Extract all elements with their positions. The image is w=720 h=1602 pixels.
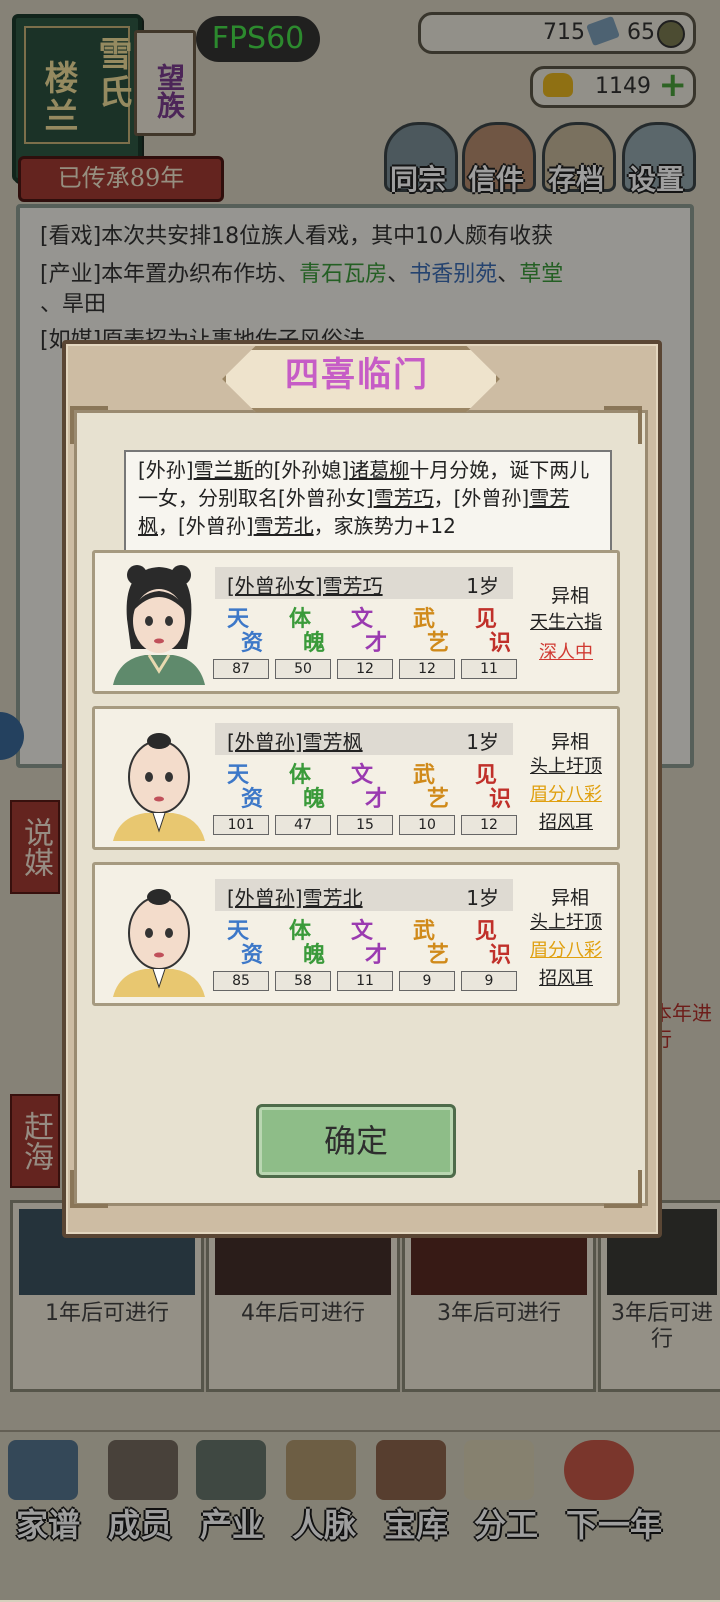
stat-talent-label: 天资	[227, 762, 264, 812]
stat-physique-label: 体魄	[289, 606, 326, 656]
stat-physique-label: 体魄	[289, 762, 326, 812]
stat-physique-value: 47	[275, 815, 331, 835]
trait-link[interactable]: 眉分八彩	[521, 937, 611, 965]
trait-link[interactable]: 头上圩顶	[521, 909, 611, 937]
stat-insight-value: 12	[461, 815, 517, 835]
stat-talent-value: 85	[213, 971, 269, 991]
boy-portrait-avatar	[113, 733, 205, 841]
member-name[interactable]: [外曾孙女]雪芳巧	[227, 570, 383, 599]
stat-talent-value: 101	[213, 815, 269, 835]
stat-insight-label: 见识	[475, 606, 512, 656]
stat-literary-label: 文才	[351, 606, 388, 656]
trait-link[interactable]: 招风耳	[521, 965, 611, 993]
trait-link[interactable]: 招风耳	[521, 809, 611, 837]
confirm-button[interactable]: 确定	[256, 1104, 456, 1178]
trait-link[interactable]: 眉分八彩	[521, 781, 611, 809]
member-name-bar: [外曾孙]雪芳枫 1岁	[215, 723, 513, 755]
corner-ornament	[70, 406, 108, 444]
corner-ornament	[70, 1170, 108, 1208]
trait-link[interactable]: 头上圩顶	[521, 753, 611, 781]
stat-talent-label: 天资	[227, 606, 264, 656]
stat-talent-value: 87	[213, 659, 269, 679]
corner-ornament	[604, 1170, 642, 1208]
dialog-title: 四喜临门	[285, 355, 429, 395]
stat-martial-value: 9	[399, 971, 455, 991]
traits-heading: 异相	[550, 585, 589, 607]
newborn-card[interactable]: [外曾孙]雪芳枫 1岁 天资 体魄 文才 武艺 见识 101 47 15 10 …	[92, 706, 620, 850]
stat-martial-label: 武艺	[413, 762, 450, 812]
member-name-bar: [外曾孙女]雪芳巧 1岁	[215, 567, 513, 599]
stat-martial-value: 10	[399, 815, 455, 835]
stat-literary-label: 文才	[351, 762, 388, 812]
traits-heading: 异相	[550, 731, 589, 753]
trait-link[interactable]: 深人中	[521, 639, 611, 667]
birth-announcement: [外孙]雪兰斯的[外孙媳]诸葛柳十月分娩，诞下两儿一女，分别取名[外曾孙女]雪芳…	[124, 450, 612, 552]
stat-talent-label: 天资	[227, 918, 264, 968]
stat-physique-value: 58	[275, 971, 331, 991]
trait-link[interactable]: 天生六指	[521, 609, 611, 637]
member-age: 1岁	[466, 730, 499, 754]
stat-literary-label: 文才	[351, 918, 388, 968]
stat-insight-label: 见识	[475, 762, 512, 812]
stat-martial-label: 武艺	[413, 606, 450, 656]
newborn-card[interactable]: [外曾孙]雪芳北 1岁 天资 体魄 文才 武艺 见识 85 58 11 9 9 …	[92, 862, 620, 1006]
stat-physique-value: 50	[275, 659, 331, 679]
stat-martial-value: 12	[399, 659, 455, 679]
girl-portrait-avatar	[113, 565, 205, 685]
stat-insight-label: 见识	[475, 918, 512, 968]
boy-portrait-avatar	[113, 889, 205, 997]
stat-literary-value: 12	[337, 659, 393, 679]
newborn-card[interactable]: [外曾孙女]雪芳巧 1岁 天资 体魄 文才 武艺 见识 87 50 12 12 …	[92, 550, 620, 694]
traits-heading: 异相	[550, 887, 589, 909]
member-age: 1岁	[466, 574, 499, 598]
stat-insight-value: 11	[461, 659, 517, 679]
member-name[interactable]: [外曾孙]雪芳北	[227, 882, 363, 911]
corner-ornament	[604, 406, 642, 444]
member-name[interactable]: [外曾孙]雪芳枫	[227, 726, 363, 755]
stat-literary-value: 15	[337, 815, 393, 835]
stat-insight-value: 9	[461, 971, 517, 991]
stat-martial-label: 武艺	[413, 918, 450, 968]
stat-physique-label: 体魄	[289, 918, 326, 968]
member-name-bar: [外曾孙]雪芳北 1岁	[215, 879, 513, 911]
member-age: 1岁	[466, 886, 499, 910]
stat-literary-value: 11	[337, 971, 393, 991]
